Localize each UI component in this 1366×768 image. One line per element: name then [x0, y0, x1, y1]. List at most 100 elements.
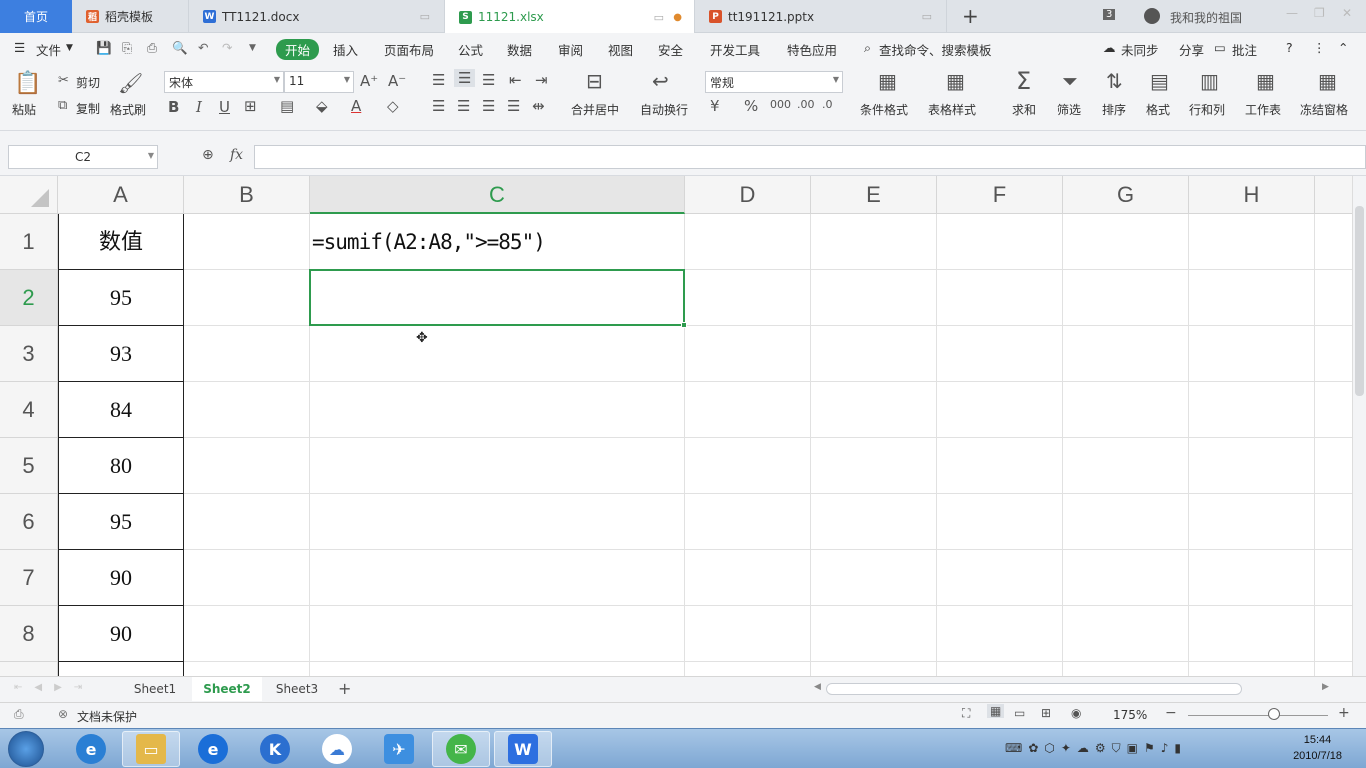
vertical-scroll-thumb[interactable] [1355, 206, 1364, 396]
row-header-3[interactable]: 3 [0, 326, 58, 382]
font-color-icon[interactable]: A [351, 97, 361, 115]
column-header-b[interactable]: B [184, 176, 310, 214]
zoom-slider-handle[interactable] [1268, 708, 1280, 720]
currency-icon[interactable]: ¥ [710, 97, 720, 115]
zoom-slider[interactable] [1188, 715, 1328, 716]
align-bottom-icon[interactable]: ☰ [482, 71, 495, 89]
sheet-tab-sheet3[interactable]: Sheet3 [264, 677, 330, 701]
border-icon[interactable]: ⊞ [244, 97, 257, 115]
cell-a3[interactable]: 93 [58, 326, 184, 382]
menu-file[interactable]: 文件 [36, 40, 61, 59]
add-sheet-button[interactable]: + [338, 679, 351, 698]
select-all-corner[interactable] [0, 176, 58, 214]
help-icon[interactable]: ? [1286, 40, 1293, 55]
collapse-ribbon-icon[interactable]: ⌃ [1338, 40, 1348, 55]
distributed-align-icon[interactable]: ⇹ [532, 97, 545, 115]
taskbar-browser2[interactable]: e [184, 731, 242, 767]
cell-a4[interactable]: 84 [58, 382, 184, 438]
row-header-8[interactable]: 8 [0, 606, 58, 662]
formula-input[interactable] [254, 145, 1366, 169]
cell-a9[interactable] [58, 662, 184, 676]
column-header-g[interactable]: G [1063, 176, 1189, 214]
filter-button[interactable]: 筛选 [1057, 101, 1081, 118]
taskbar-explorer[interactable]: ▭ [122, 731, 180, 767]
selected-cell-c2[interactable] [309, 269, 687, 328]
worksheet-button[interactable]: 工作表 [1245, 101, 1281, 118]
conditional-format-button[interactable]: 条件格式 [860, 101, 908, 118]
cell-a6[interactable]: 95 [58, 494, 184, 550]
sort-button[interactable]: 排序 [1102, 101, 1126, 118]
format-painter-icon[interactable]: 🖌 [118, 71, 143, 95]
redo-icon[interactable]: ↷ [222, 40, 232, 55]
increase-font-icon[interactable]: A⁺ [360, 72, 378, 90]
scissors-icon[interactable]: ✂ [58, 73, 69, 88]
column-header-h[interactable]: H [1189, 176, 1315, 214]
column-header-f[interactable]: F [937, 176, 1063, 214]
align-center-icon[interactable]: ☰ [457, 97, 470, 115]
menu-security[interactable]: 安全 [658, 40, 683, 59]
freeze-icon[interactable]: ▦ [1318, 69, 1337, 93]
filter-icon[interactable]: ⏷ [1062, 69, 1078, 93]
zoom-level[interactable]: 175% [1113, 708, 1147, 722]
row-header-5[interactable]: 5 [0, 438, 58, 494]
system-clock[interactable]: 15:44 2010/7/18 [1293, 732, 1342, 764]
row-header-9[interactable] [0, 662, 58, 676]
more-icon[interactable]: ⋮ [1313, 40, 1326, 55]
tab-docer-templates[interactable]: 稻 稻壳模板 [72, 0, 189, 33]
menu-formulas[interactable]: 公式 [458, 40, 483, 59]
name-box[interactable]: C2 ▼ [8, 145, 158, 169]
thousands-icon[interactable]: 000 [770, 98, 791, 111]
home-tab[interactable]: 首页 [0, 0, 72, 33]
page-layout-icon[interactable]: ▭ [1014, 706, 1025, 720]
fill-color-icon[interactable]: ⬙ [316, 97, 328, 115]
conditional-format-icon[interactable]: ▦ [878, 69, 897, 93]
wrap-text-icon[interactable]: ↩ [652, 69, 669, 93]
freeze-button[interactable]: 冻结窗格 [1300, 101, 1348, 118]
vertical-scrollbar[interactable] [1352, 176, 1366, 676]
menu-special[interactable]: 特色应用 [787, 40, 837, 59]
cell-a5[interactable]: 80 [58, 438, 184, 494]
taskbar-bird[interactable]: ✈ [370, 731, 428, 767]
sheet-tab-sheet2[interactable]: Sheet2 [192, 677, 262, 701]
tab-xlsx[interactable]: S 11121.xlsx ▭ ● [445, 0, 695, 34]
row-header-1[interactable]: 1 [0, 214, 58, 270]
comment-icon[interactable]: ▭ [1214, 40, 1226, 55]
italic-icon[interactable]: I [196, 98, 202, 116]
tab-count-badge[interactable]: 3 [1103, 9, 1116, 20]
align-middle-icon[interactable]: ☰ [454, 69, 476, 87]
minimize-icon[interactable]: — [1286, 6, 1298, 20]
status-view-icon[interactable]: ⎙ [14, 707, 24, 722]
quick-access-dropdown-icon[interactable]: ▼ [249, 43, 256, 53]
clear-format-icon[interactable]: ◇ [387, 97, 399, 115]
cut-button[interactable]: 剪切 [76, 74, 100, 91]
tab-docx[interactable]: W TT1121.docx ▭ [189, 0, 445, 33]
fx-icon[interactable]: fx [230, 147, 243, 163]
close-icon[interactable]: ✕ [1342, 6, 1352, 20]
print-preview-icon[interactable]: 🔍 [172, 40, 188, 56]
zoom-in-icon[interactable]: + [1338, 705, 1350, 721]
menu-start[interactable]: 开始 [276, 39, 320, 60]
chevron-down-icon[interactable]: ▼ [66, 43, 73, 53]
taskbar-k-app[interactable]: K [246, 731, 304, 767]
sheet-tab-sheet1[interactable]: Sheet1 [122, 677, 188, 701]
cell-a8[interactable]: 90 [58, 606, 184, 662]
horizontal-scroll-thumb[interactable] [826, 683, 1242, 695]
undo-icon[interactable]: ↶ [198, 40, 208, 55]
table-style-icon[interactable]: ▦ [946, 69, 965, 93]
hamburger-icon[interactable]: ☰ [14, 40, 25, 55]
cell-a1[interactable]: 数值 [58, 214, 184, 270]
align-top-icon[interactable]: ☰ [432, 71, 445, 89]
menu-developer[interactable]: 开发工具 [710, 40, 760, 59]
system-tray-icons[interactable]: ⌨✿⬡✦☁⚙⛉▣⚑♪▮ [1005, 741, 1187, 756]
column-header-a[interactable]: A [58, 176, 184, 214]
column-header-i[interactable] [1315, 176, 1352, 214]
merge-center-icon[interactable]: ⊟ [586, 69, 603, 93]
eye-protection-icon[interactable]: ◉ [1071, 706, 1081, 720]
copy-icon[interactable]: ⧉ [58, 98, 67, 113]
protection-status[interactable]: 文档未保护 [77, 708, 137, 725]
align-right-icon[interactable]: ☰ [482, 97, 495, 115]
format-painter-button[interactable]: 格式刷 [110, 101, 146, 118]
start-button[interactable] [8, 731, 44, 767]
new-tab-button[interactable]: + [962, 4, 979, 28]
wrap-text-button[interactable]: 自动换行 [640, 101, 688, 118]
